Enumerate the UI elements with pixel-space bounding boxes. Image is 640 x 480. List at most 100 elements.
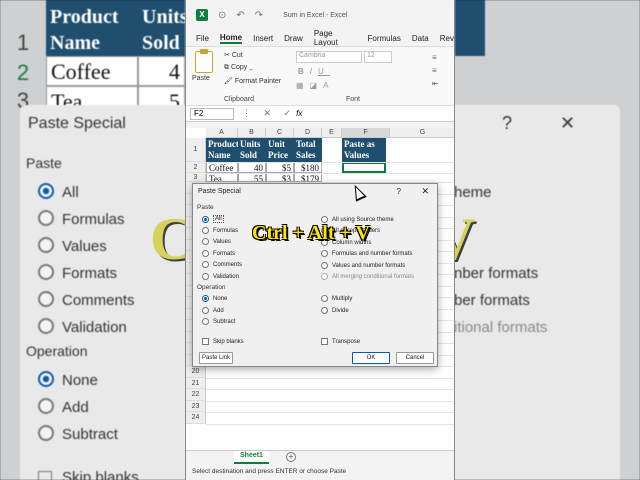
column-header[interactable]: G xyxy=(390,128,454,138)
radio-icon xyxy=(202,238,209,245)
radio-icon xyxy=(202,295,209,302)
alignment-icon[interactable]: ≡ ≡ ⇤ xyxy=(432,51,439,90)
cancel-button[interactable]: Cancel xyxy=(396,352,434,364)
bg-radio xyxy=(38,425,54,441)
row-header[interactable]: 23 xyxy=(186,400,206,412)
help-icon[interactable]: ? xyxy=(397,187,401,196)
cell-tea-total[interactable]: $179 xyxy=(294,173,322,182)
grid-line xyxy=(206,400,454,402)
redo-icon[interactable]: ↷ xyxy=(255,10,263,21)
row-header[interactable]: 3 xyxy=(186,173,206,182)
bg-radio xyxy=(38,237,54,253)
transpose-checkbox[interactable]: Transpose xyxy=(321,338,360,345)
operation-option-none[interactable]: None xyxy=(202,295,227,302)
header-product-name: Product Name xyxy=(206,138,239,162)
paste-option-formulas[interactable]: Formulas xyxy=(202,227,238,234)
cell-coffee[interactable]: Coffee xyxy=(206,162,238,173)
paste-option-validation[interactable]: Validation xyxy=(202,273,239,280)
ok-button[interactable]: OK xyxy=(352,352,390,364)
column-header[interactable]: C xyxy=(266,128,294,138)
font-format-buttons[interactable]: BIU xyxy=(298,67,330,76)
menu-file[interactable]: File xyxy=(196,34,209,43)
bg-radio xyxy=(38,264,54,280)
menu-page-layout[interactable]: Page Layout xyxy=(314,29,357,47)
formula-bar: F2 ⋮ ✕ ✓ fx xyxy=(186,106,454,122)
operation-option-subtract[interactable]: Subtract xyxy=(202,318,235,325)
format-painter-button[interactable]: 🖌 Format Painter xyxy=(224,77,281,85)
paste-option-all[interactable]: All xyxy=(202,215,224,223)
operation-option-multiply[interactable]: Multiply xyxy=(321,295,352,302)
operation-option-add[interactable]: Add xyxy=(202,307,224,314)
paste-special-dialog: Paste Special ? ✕ Paste All Formulas Val… xyxy=(192,183,438,367)
cell-f2-selected[interactable] xyxy=(342,162,386,173)
undo-icon[interactable]: ↶ xyxy=(236,10,244,21)
status-bar: Select destination and press ENTER or ch… xyxy=(186,465,454,480)
cell-coffee-price[interactable]: $5 xyxy=(266,162,294,173)
paste-button[interactable]: Paste xyxy=(192,49,213,82)
font-size-select[interactable]: 12 xyxy=(364,51,392,63)
column-header[interactable]: A xyxy=(206,128,238,138)
radio-icon xyxy=(321,262,328,269)
sheet-tab[interactable]: Sheet1 xyxy=(234,451,269,464)
skip-blanks-checkbox[interactable]: Skip blanks xyxy=(202,338,244,345)
row-header[interactable]: 21 xyxy=(186,377,206,389)
paste-option-values-number-formats[interactable]: Values and number formats xyxy=(321,262,405,269)
column-header[interactable]: E xyxy=(322,128,342,138)
grid-line xyxy=(206,173,454,174)
menu-insert[interactable]: Insert xyxy=(253,34,273,43)
row-header[interactable]: 20 xyxy=(186,366,206,378)
bg-cell-coffee-units: 4 xyxy=(138,56,185,86)
bg-option: All xyxy=(62,184,79,201)
column-header[interactable]: F xyxy=(342,128,390,138)
close-icon[interactable]: ✕ xyxy=(421,186,429,197)
cell-tea-price[interactable]: $3 xyxy=(266,173,294,182)
cell-coffee-total[interactable]: $180 xyxy=(294,162,322,173)
cell-tea[interactable]: Tea xyxy=(206,173,238,182)
bg-radio xyxy=(38,210,54,226)
bg-option: Formulas xyxy=(62,211,125,228)
radio-icon xyxy=(202,215,209,223)
formula-icons: ⋮ ✕ ✓ xyxy=(242,108,297,118)
column-header[interactable]: D xyxy=(294,128,322,138)
operation-section-label: Operation xyxy=(197,284,226,291)
operation-option-divide[interactable]: Divide xyxy=(321,307,349,314)
radio-icon xyxy=(202,227,209,234)
menu-draw[interactable]: Draw xyxy=(284,34,303,43)
menu-home[interactable]: Home xyxy=(219,33,243,44)
menu-data[interactable]: Data xyxy=(412,34,429,43)
paste-option-merging-conditional[interactable]: All merging conditional formats xyxy=(321,273,414,280)
fx-icon[interactable]: fx xyxy=(296,109,302,118)
cell-tea-units[interactable]: 55 xyxy=(238,173,266,182)
copy-button[interactable]: ⧉ Copy ⌄ xyxy=(224,64,253,72)
row-header[interactable]: 24 xyxy=(186,412,206,424)
cut-button[interactable]: ✂ Cut xyxy=(224,51,243,59)
radio-icon xyxy=(202,307,209,314)
font-name-select[interactable]: Cambria xyxy=(296,51,362,63)
bg-radio xyxy=(38,371,54,387)
bg-option: Subtract xyxy=(62,426,118,443)
border-fill-buttons[interactable]: ▦◪A xyxy=(296,81,334,90)
menu-review[interactable]: Rev xyxy=(440,34,454,43)
bg-operation-label: Operation xyxy=(26,343,88,359)
checkbox-icon xyxy=(321,338,328,345)
grid-line xyxy=(206,412,454,413)
bg-option: Values xyxy=(62,238,107,255)
menu-formulas[interactable]: Formulas xyxy=(368,34,401,43)
paste-label: Paste xyxy=(192,75,210,82)
paste-option-formulas-number-formats[interactable]: Formulas and number formats xyxy=(321,250,412,257)
paste-option-comments[interactable]: Comments xyxy=(202,261,242,268)
name-box[interactable]: F2 xyxy=(190,107,234,120)
paste-link-button[interactable]: Paste Link xyxy=(199,352,233,364)
grid-line xyxy=(206,423,454,425)
paste-option-values[interactable]: Values xyxy=(202,238,231,245)
column-header[interactable]: B xyxy=(238,128,266,138)
row-header[interactable]: 2 xyxy=(186,162,206,173)
row-header[interactable]: 1 xyxy=(186,138,206,162)
bg-help-icon: ? xyxy=(502,113,513,133)
autosave-icon[interactable]: ⊙ xyxy=(218,10,226,21)
paste-icon xyxy=(195,49,213,73)
cell-coffee-units[interactable]: 40 xyxy=(238,162,266,173)
row-header[interactable]: 22 xyxy=(186,389,206,401)
paste-option-formats[interactable]: Formats xyxy=(202,250,235,257)
add-sheet-icon[interactable]: + xyxy=(286,452,296,462)
